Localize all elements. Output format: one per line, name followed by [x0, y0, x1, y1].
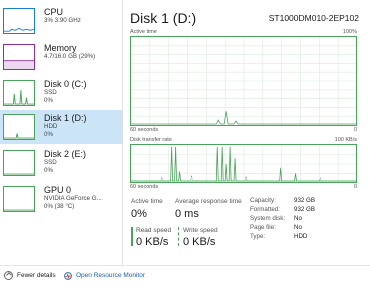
- transfer-graph-time-left: 60 seconds: [130, 184, 159, 190]
- sidebar-item-detail: SSD: [44, 159, 57, 166]
- sidebar-item-percent: 0%: [44, 131, 53, 138]
- sidebar-item-title: CPU: [44, 7, 64, 17]
- memory-thumbnail-graph: [3, 44, 35, 70]
- read-speed-indicator: [131, 227, 133, 246]
- transfer-rate-graph-plot: [131, 145, 356, 182]
- sidebar-item-percent: 0%: [44, 97, 53, 104]
- active-time-label: Active time: [131, 198, 163, 205]
- sidebar-item-disk-2[interactable]: Disk 2 (E:) SSD 0%: [0, 146, 122, 180]
- page-file-label: Page file:: [250, 224, 276, 231]
- sidebar-item-detail: SSD: [44, 89, 57, 96]
- formatted-label: Formatted:: [250, 206, 280, 213]
- formatted-value: 932 GB: [294, 206, 315, 213]
- system-disk-value: No: [294, 215, 302, 222]
- active-time-graph-max: 100%: [342, 29, 357, 35]
- type-label: Type:: [250, 233, 266, 240]
- page-title: Disk 1 (D:): [130, 10, 197, 26]
- active-time-graph-time-right: 0: [353, 127, 357, 133]
- open-resource-monitor-label: Open Resource Monitor: [76, 272, 146, 279]
- sidebar-item-disk-1[interactable]: Disk 1 (D:) HDD 0%: [0, 110, 122, 144]
- sidebar-item-title: GPU 0: [44, 185, 72, 195]
- sidebar: CPU 3% 3.90 GHz Memory 4.7/16.0 GB (29%)…: [0, 0, 123, 265]
- transfer-graph-max: 100 KB/s: [334, 137, 357, 143]
- active-time-value: 0%: [131, 208, 147, 220]
- sidebar-item-gpu-0[interactable]: GPU 0 NVIDIA GeForce G... 0% (38 °C): [0, 182, 122, 216]
- disk-2-thumbnail-graph: [3, 150, 35, 176]
- sidebar-item-detail: 3% 3.90 GHz: [44, 17, 81, 24]
- transfer-graph-time-right: 0: [353, 184, 357, 190]
- write-speed-label: Write speed: [183, 227, 218, 234]
- transfer-rate-graph: [130, 144, 357, 183]
- write-speed-indicator: [178, 227, 180, 246]
- page-file-value: No: [294, 224, 302, 231]
- sidebar-item-title: Memory: [44, 43, 77, 53]
- active-time-graph-plot: [131, 37, 356, 125]
- disk-model: ST1000DM010-2EP102: [268, 13, 359, 23]
- disk-0-thumbnail-graph: [3, 80, 35, 106]
- sidebar-item-detail: 4.7/16.0 GB (29%): [44, 53, 96, 60]
- type-value: HDD: [294, 233, 308, 240]
- write-speed-value: 0 KB/s: [183, 236, 216, 248]
- read-speed-label: Read speed: [136, 227, 172, 234]
- sidebar-item-detail: NVIDIA GeForce G...: [44, 195, 102, 202]
- sidebar-item-percent: 0% (38 °C): [44, 203, 75, 210]
- avg-response-label: Average response time: [175, 198, 242, 205]
- avg-response-value: 0 ms: [175, 208, 199, 220]
- active-time-graph-time-left: 60 seconds: [130, 127, 159, 133]
- active-time-graph-label: Active time: [130, 29, 157, 35]
- sidebar-item-detail: HDD: [44, 123, 58, 130]
- resource-monitor-icon: [64, 272, 72, 280]
- system-disk-label: System disk:: [250, 215, 286, 222]
- capacity-value: 932 GB: [294, 197, 315, 204]
- sidebar-item-title: Disk 0 (C:): [44, 79, 87, 89]
- sidebar-item-disk-0[interactable]: Disk 0 (C:) SSD 0%: [0, 76, 122, 110]
- capacity-label: Capacity:: [250, 197, 276, 204]
- footer-bar: Fewer details Open Resource Monitor: [0, 265, 370, 287]
- sidebar-item-title: Disk 2 (E:): [44, 149, 87, 159]
- read-speed-value: 0 KB/s: [136, 236, 169, 248]
- transfer-graph-label: Disk transfer rate: [130, 137, 172, 143]
- cpu-thumbnail-graph: [3, 8, 35, 34]
- sidebar-item-memory[interactable]: Memory 4.7/16.0 GB (29%): [0, 40, 122, 74]
- chevron-up-icon: [4, 271, 13, 280]
- sidebar-item-cpu[interactable]: CPU 3% 3.90 GHz: [0, 4, 122, 38]
- active-time-graph: [130, 36, 357, 126]
- disk-1-thumbnail-graph: [3, 114, 35, 140]
- sidebar-item-title: Disk 1 (D:): [44, 113, 87, 123]
- sidebar-item-percent: 0%: [44, 167, 53, 174]
- disk-detail-panel: Disk 1 (D:) ST1000DM010-2EP102 Active ti…: [130, 0, 365, 265]
- gpu-0-thumbnail-graph: [3, 186, 35, 212]
- fewer-details-label: Fewer details: [17, 272, 56, 279]
